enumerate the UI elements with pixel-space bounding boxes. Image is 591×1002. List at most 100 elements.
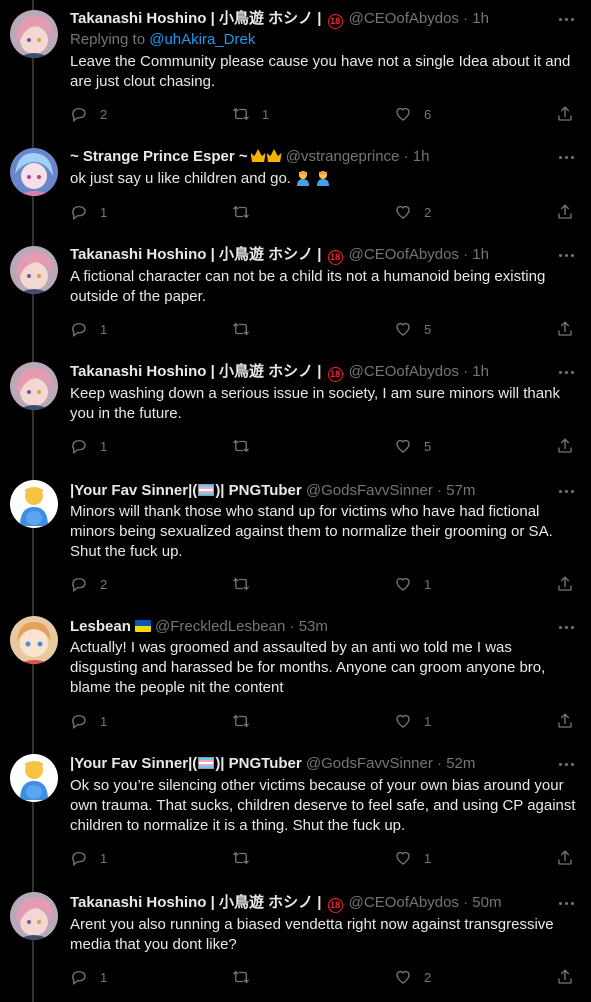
handle[interactable]: @FreckledLesbean (155, 618, 285, 635)
reply-count: 1 (100, 969, 108, 985)
share-button[interactable] (556, 967, 574, 987)
avatar[interactable] (10, 362, 58, 410)
retweet-button[interactable] (232, 436, 262, 456)
avatar[interactable] (10, 754, 58, 802)
handle[interactable]: @GodsFavvSinner (306, 482, 433, 499)
tweet[interactable]: |Your Fav Sinner|()| PNGTuber @GodsFavvS… (0, 746, 591, 884)
age-18-badge: 18 (327, 367, 343, 382)
age-18-badge: 18 (327, 898, 343, 913)
handle[interactable]: @CEOofAbydos (349, 246, 459, 263)
more-icon[interactable] (557, 245, 577, 265)
handle[interactable]: @vstrangeprince (286, 148, 400, 165)
share-button[interactable] (556, 319, 574, 339)
reply-button[interactable]: 2 (70, 104, 107, 124)
reply-button[interactable]: 1 (70, 436, 107, 456)
handle[interactable]: @CEOofAbydos (349, 363, 459, 380)
more-icon[interactable] (557, 617, 577, 637)
reply-icon (72, 715, 86, 730)
display-name[interactable]: Takanashi Hoshino | 小鳥遊 ホシノ | (70, 363, 321, 380)
avatar[interactable] (10, 10, 58, 58)
tweet-text: Arent you also running a biased vendetta… (70, 916, 554, 953)
display-name[interactable]: Lesbean (70, 618, 151, 635)
retweet-button[interactable] (232, 711, 262, 731)
display-name[interactable]: Takanashi Hoshino | 小鳥遊 ホシノ | (70, 246, 321, 263)
reply-button[interactable]: 2 (70, 574, 107, 594)
heart-icon (396, 107, 410, 121)
handle[interactable]: @CEOofAbydos (349, 10, 459, 27)
display-name[interactable]: Takanashi Hoshino | 小鳥遊 ホシノ | (70, 10, 321, 27)
like-button[interactable]: 5 (394, 436, 431, 456)
like-button[interactable]: 6 (394, 104, 431, 124)
tweet-text: A fictional character can not be a child… (70, 268, 546, 305)
share-button[interactable] (556, 436, 574, 456)
like-button[interactable]: 5 (394, 319, 431, 339)
like-button[interactable]: 2 (394, 967, 431, 987)
timestamp[interactable]: 1h (413, 148, 430, 165)
timestamp[interactable]: 57m (446, 482, 475, 499)
share-button[interactable] (556, 202, 574, 222)
share-button[interactable] (556, 848, 574, 868)
tweet[interactable]: |Your Fav Sinner|()| PNGTuber @GodsFavvS… (0, 472, 591, 608)
display-name[interactable]: |Your Fav Sinner|()| PNGTuber (70, 755, 302, 772)
timestamp[interactable]: 1h (472, 363, 489, 380)
tweet[interactable]: Takanashi Hoshino | 小鳥遊 ホシノ | 18 @CEOofAb… (0, 236, 591, 354)
timestamp[interactable]: 50m (472, 894, 501, 911)
retweet-button[interactable] (232, 319, 262, 339)
display-name[interactable]: |Your Fav Sinner|()| PNGTuber (70, 482, 302, 499)
reply-button[interactable]: 1 (70, 967, 107, 987)
trans-flag-emoji (198, 757, 215, 769)
more-icon[interactable] (557, 9, 577, 29)
retweet-button[interactable] (232, 967, 262, 987)
tweet-actions: 1 5 (70, 319, 580, 339)
avatar[interactable] (10, 892, 58, 940)
more-icon[interactable] (557, 362, 577, 382)
like-button[interactable]: 1 (394, 711, 431, 731)
share-icon (558, 576, 572, 591)
tweet-actions: 1 2 (70, 202, 580, 222)
reply-button[interactable]: 1 (70, 202, 107, 222)
heart-icon (396, 970, 410, 984)
reply-count: 1 (100, 850, 108, 866)
retweet-icon (233, 439, 249, 453)
avatar[interactable] (10, 148, 58, 196)
timestamp[interactable]: 53m (299, 618, 328, 635)
retweet-icon (233, 970, 249, 984)
share-button[interactable] (556, 711, 574, 731)
retweet-button[interactable] (232, 848, 262, 868)
reply-button[interactable]: 1 (70, 848, 107, 868)
more-icon[interactable] (557, 754, 577, 774)
retweet-button[interactable] (232, 574, 262, 594)
mention-link[interactable]: @uhAkira_Drek (149, 31, 255, 48)
share-button[interactable] (556, 574, 574, 594)
tweet-actions: 1 1 (70, 848, 580, 868)
tweet[interactable]: Takanashi Hoshino | 小鳥遊 ホシノ | 18 @CEOofAb… (0, 884, 591, 1002)
reply-button[interactable]: 1 (70, 319, 107, 339)
tweet[interactable]: ~ Strange Prince Esper ~ @vstrangeprince… (0, 138, 591, 236)
display-name[interactable]: ~ Strange Prince Esper ~ (70, 148, 282, 165)
handle[interactable]: @GodsFavvSinner (306, 755, 433, 772)
timestamp[interactable]: 1h (472, 246, 489, 263)
reply-button[interactable]: 1 (70, 711, 107, 731)
heart-icon (396, 439, 410, 453)
reply-icon (72, 971, 86, 986)
handle[interactable]: @CEOofAbydos (349, 894, 459, 911)
tweet[interactable]: Lesbean @FreckledLesbean · 53m Actually!… (0, 608, 591, 746)
retweet-button[interactable] (232, 202, 262, 222)
avatar[interactable] (10, 480, 58, 528)
timestamp[interactable]: 1h (472, 10, 489, 27)
retweet-button[interactable]: 1 (232, 104, 269, 124)
more-icon[interactable] (557, 481, 577, 501)
more-icon[interactable] (557, 147, 577, 167)
tweet[interactable]: Takanashi Hoshino | 小鳥遊 ホシノ | 18 @CEOofAb… (0, 354, 591, 472)
more-icon[interactable] (557, 893, 577, 913)
person-emoji (297, 171, 310, 186)
share-button[interactable] (556, 104, 574, 124)
tweet[interactable]: Takanashi Hoshino | 小鳥遊 ホシノ | 18 @CEOofAb… (0, 0, 591, 123)
display-name[interactable]: Takanashi Hoshino | 小鳥遊 ホシノ | (70, 894, 321, 911)
avatar[interactable] (10, 616, 58, 664)
like-button[interactable]: 1 (394, 848, 431, 868)
like-button[interactable]: 1 (394, 574, 431, 594)
timestamp[interactable]: 52m (446, 755, 475, 772)
like-button[interactable]: 2 (394, 202, 431, 222)
avatar[interactable] (10, 246, 58, 294)
